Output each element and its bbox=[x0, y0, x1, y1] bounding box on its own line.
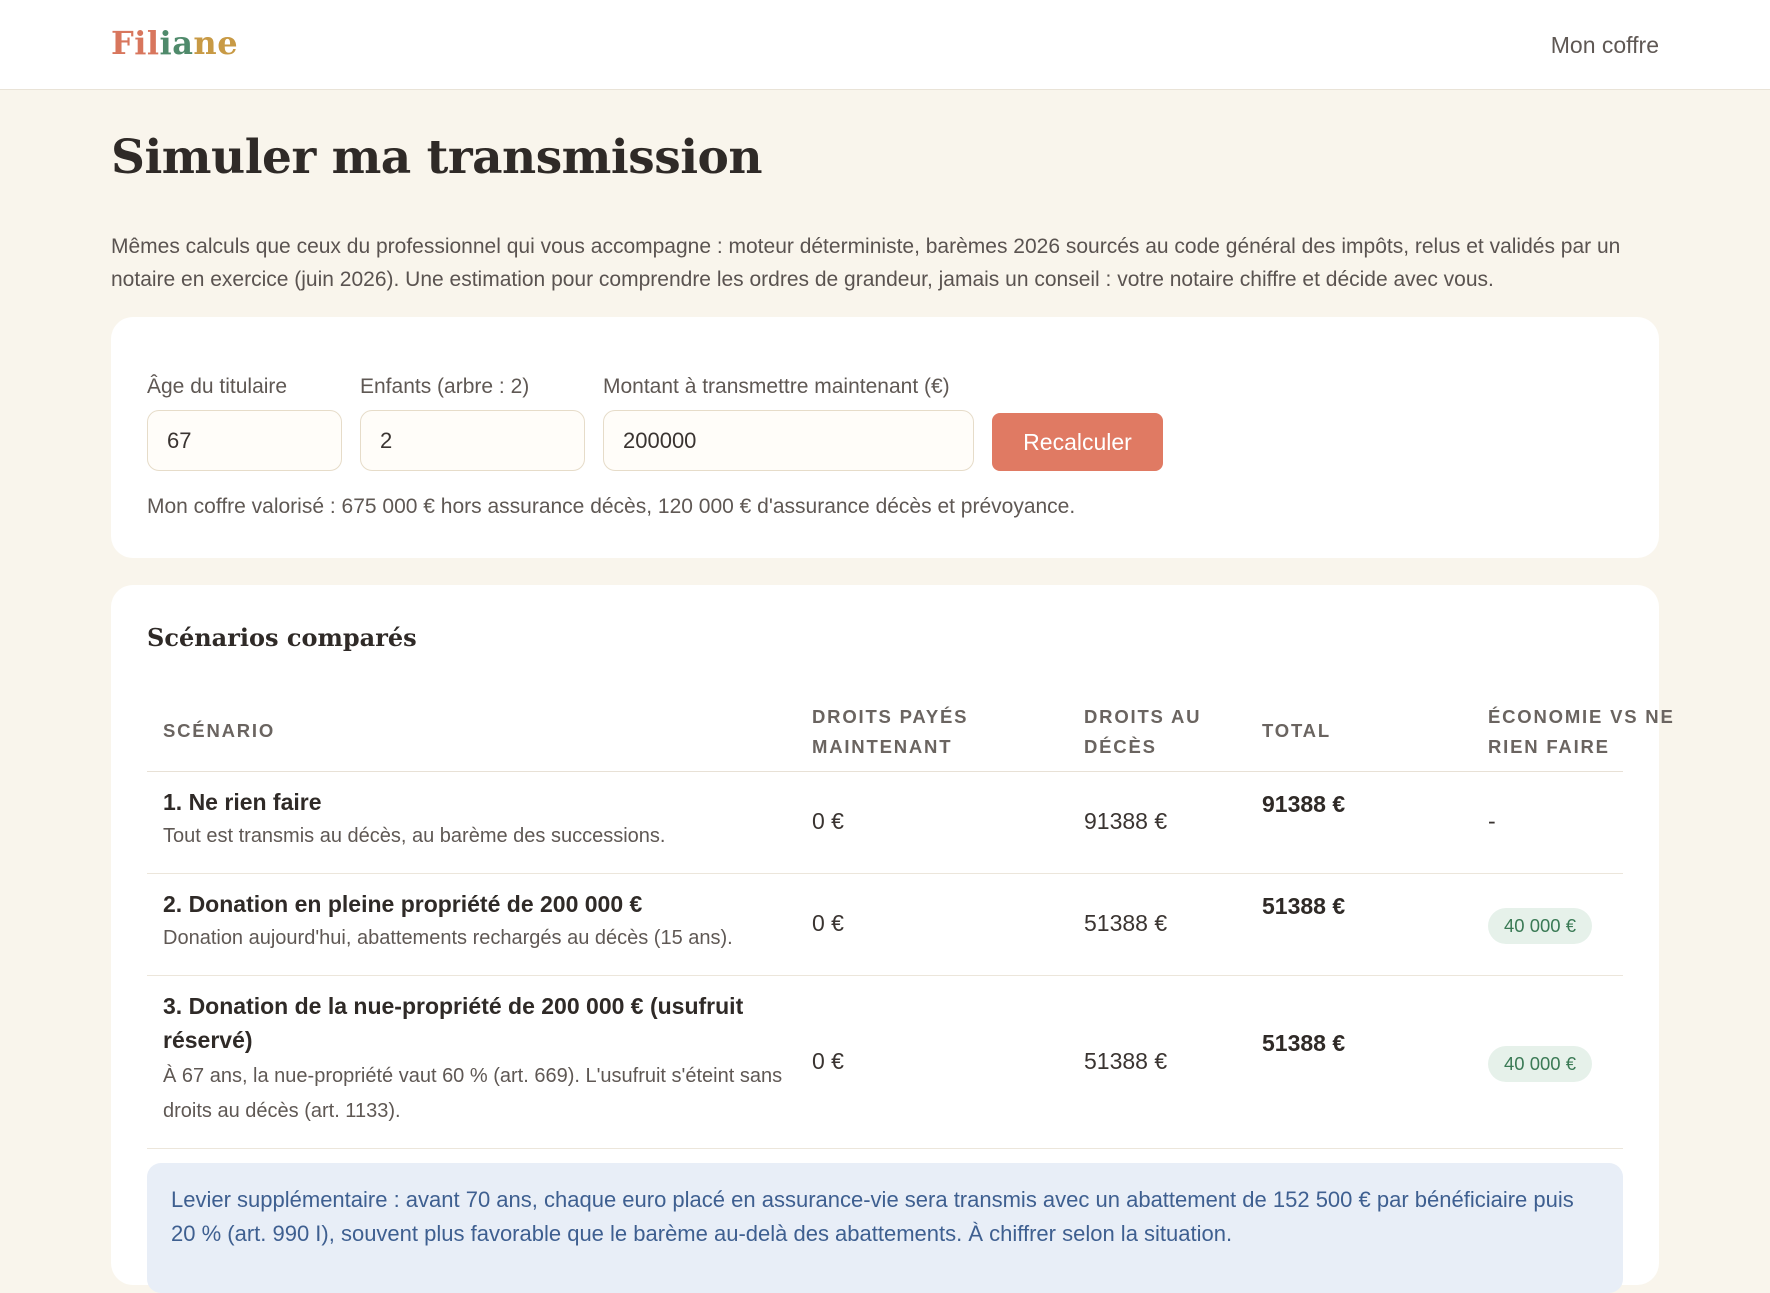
cell-at-death: 51388 € bbox=[1084, 1048, 1168, 1074]
cell-at-death: 51388 € bbox=[1084, 910, 1168, 936]
children-label: Enfants (arbre : 2) bbox=[360, 375, 530, 398]
table-row: 1. Ne rien faire Tout est transmis au dé… bbox=[147, 772, 1623, 874]
logo-part-1: Fil bbox=[111, 24, 160, 62]
logo-part-3: ne bbox=[193, 24, 239, 62]
scenario-desc: À 67 ans, la nue-propriété vaut 60 % (ar… bbox=[163, 1065, 783, 1122]
th-saving: Économie vs ne rien faire bbox=[1488, 706, 1675, 757]
scenario-desc: Donation aujourd'hui, abattements rechar… bbox=[163, 927, 733, 949]
table-row: 2. Donation en pleine propriété de 200 0… bbox=[147, 874, 1623, 976]
saving-badge: 40 000 € bbox=[1488, 1046, 1593, 1082]
coffre-summary: Mon coffre valorisé : 675 000 € hors ass… bbox=[147, 495, 1076, 518]
age-input[interactable] bbox=[147, 410, 342, 471]
th-total: Total bbox=[1262, 720, 1331, 741]
table-header: Scénario Droits payés maintenant Droits … bbox=[147, 690, 1673, 772]
th-scenario: Scénario bbox=[163, 720, 276, 741]
intro-text: Mêmes calculs que ceux du professionnel … bbox=[111, 235, 1621, 291]
cell-paid-now: 0 € bbox=[812, 808, 844, 834]
scenario-title: 2. Donation en pleine propriété de 200 0… bbox=[163, 891, 643, 917]
th-paid-now: Droits payés maintenant bbox=[812, 706, 969, 757]
scenario-title: 1. Ne rien faire bbox=[163, 789, 322, 815]
page-title: Simuler ma transmission bbox=[111, 130, 763, 185]
cell-paid-now: 0 € bbox=[812, 1048, 844, 1074]
cell-total: 51388 € bbox=[1262, 893, 1346, 919]
amount-input[interactable] bbox=[603, 410, 974, 471]
amount-label: Montant à transmettre maintenant (€) bbox=[603, 375, 950, 398]
nav-link-mon-coffre[interactable]: Mon coffre bbox=[1551, 32, 1659, 59]
scenario-title: 3. Donation de la nue-propriété de 200 0… bbox=[163, 993, 744, 1053]
scenario-desc: Tout est transmis au décès, au barème de… bbox=[163, 825, 666, 847]
top-navbar: Filiane Mon coffre bbox=[0, 0, 1770, 90]
age-label: Âge du titulaire bbox=[147, 375, 288, 398]
brand-logo[interactable]: Filiane bbox=[111, 24, 238, 62]
cell-total: 51388 € bbox=[1262, 1030, 1346, 1056]
recalculate-button[interactable]: Recalculer bbox=[992, 413, 1163, 471]
logo-part-2: ia bbox=[159, 24, 194, 62]
children-input[interactable] bbox=[360, 410, 585, 471]
section-title: Scénarios comparés bbox=[147, 623, 417, 652]
cell-paid-now: 0 € bbox=[812, 910, 844, 936]
info-notice: Levier supplémentaire : avant 70 ans, ch… bbox=[147, 1163, 1623, 1293]
simulation-form-card: Âge du titulaire Enfants (arbre : 2) Mon… bbox=[111, 317, 1659, 558]
cell-at-death: 91388 € bbox=[1084, 808, 1168, 834]
table-row: 3. Donation de la nue-propriété de 200 0… bbox=[147, 976, 1623, 1149]
saving-badge: 40 000 € bbox=[1488, 908, 1593, 944]
scenarios-card: Scénarios comparés Scénario Droits payés… bbox=[111, 585, 1673, 1293]
th-at-death: Droits au décès bbox=[1084, 706, 1202, 757]
cell-total: 91388 € bbox=[1262, 791, 1346, 817]
cell-saving: - bbox=[1488, 808, 1496, 834]
